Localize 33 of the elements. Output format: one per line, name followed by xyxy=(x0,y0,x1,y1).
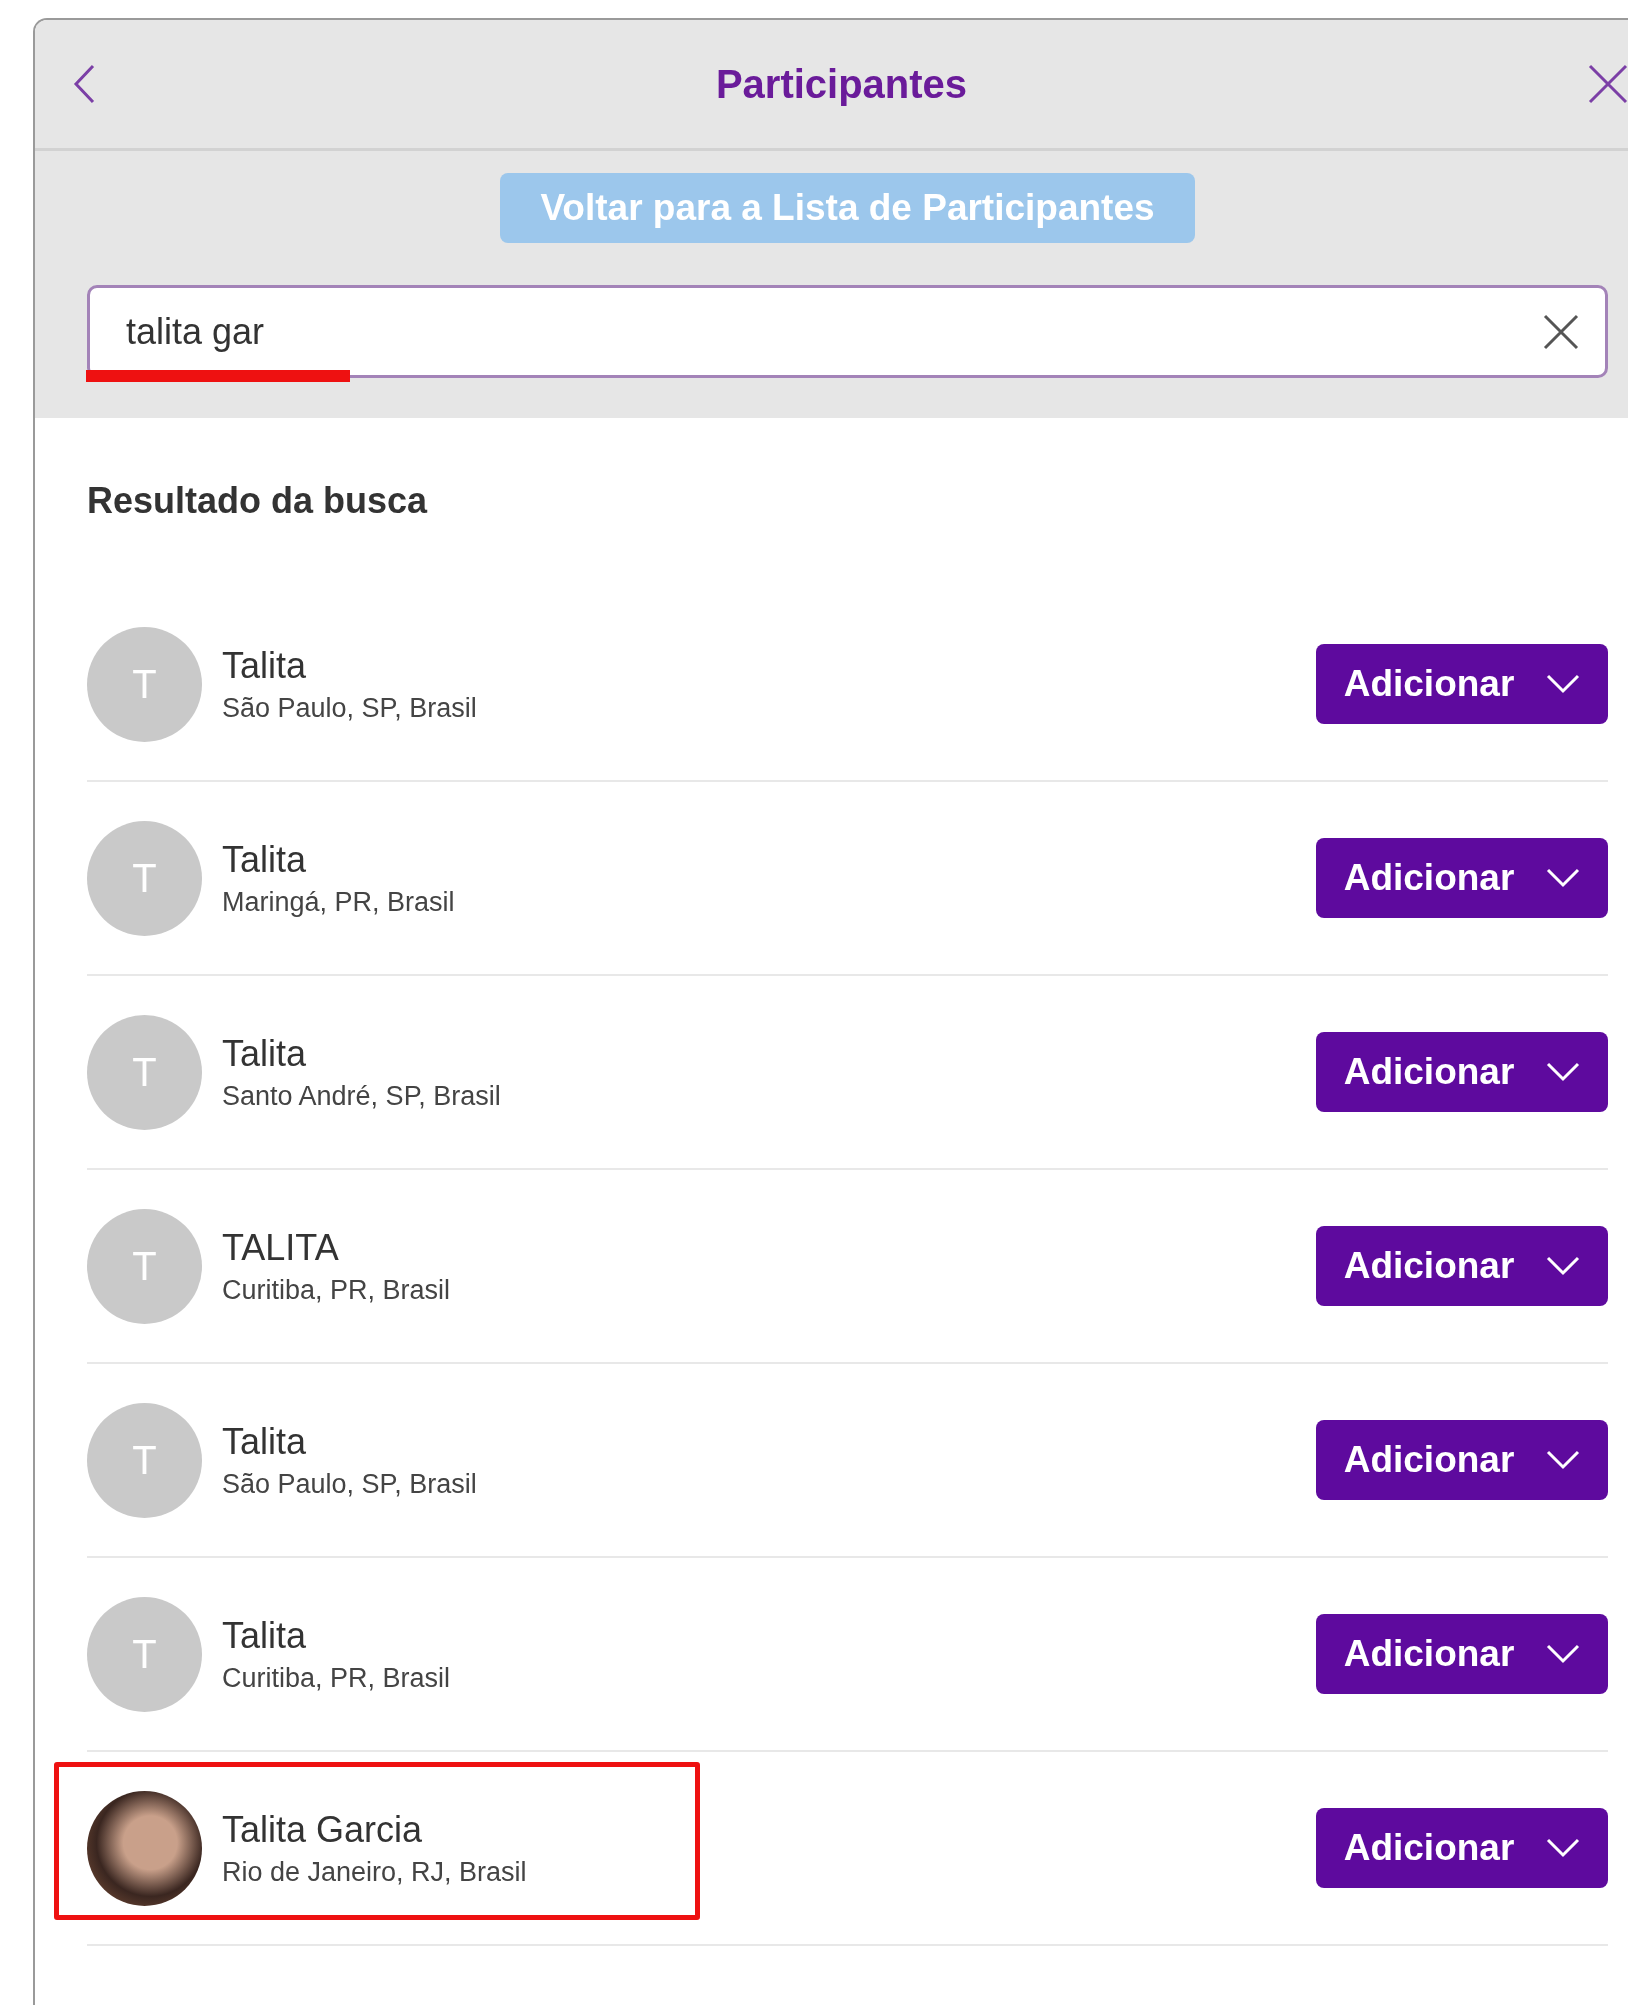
add-button[interactable]: Adicionar xyxy=(1316,1420,1608,1500)
add-button[interactable]: Adicionar xyxy=(1316,644,1608,724)
add-button[interactable]: Adicionar xyxy=(1316,1032,1608,1112)
close-icon[interactable] xyxy=(1588,64,1628,104)
add-button[interactable]: Adicionar xyxy=(1316,1614,1608,1694)
participant-name: TALITA xyxy=(222,1226,340,1269)
participant-name: Talita xyxy=(222,644,308,687)
back-icon[interactable] xyxy=(73,64,95,104)
participant-name: Talita xyxy=(222,1420,308,1463)
section-title: Resultado da busca xyxy=(87,480,429,522)
participant-location: Maringá, PR, Brasil xyxy=(222,886,456,918)
participant-name: Talita xyxy=(222,1032,308,1075)
participant-location: São Paulo, SP, Brasil xyxy=(222,1468,478,1500)
header-title: Participantes xyxy=(715,61,968,107)
add-button[interactable]: Adicionar xyxy=(1316,1226,1608,1306)
add-button[interactable]: Adicionar xyxy=(1316,838,1608,918)
clear-icon[interactable] xyxy=(1543,313,1579,350)
chevron-down-icon xyxy=(1546,1644,1581,1664)
chevron-down-icon xyxy=(1546,868,1581,888)
participant-location: Curitiba, PR, Brasil xyxy=(222,1274,452,1306)
participant-name: Talita xyxy=(222,1614,308,1657)
participant-name: Talita Garcia xyxy=(222,1808,424,1851)
add-button[interactable]: Adicionar xyxy=(1316,1808,1608,1888)
chevron-down-icon xyxy=(1546,1838,1581,1858)
participant-location: Curitiba, PR, Brasil xyxy=(222,1662,452,1694)
chevron-down-icon xyxy=(1546,674,1581,694)
participant-name: Talita xyxy=(222,838,308,881)
participant-location: Santo André, SP, Brasil xyxy=(222,1080,502,1112)
participant-location: Rio de Janeiro, RJ, Brasil xyxy=(222,1856,528,1888)
chevron-down-icon xyxy=(1546,1062,1581,1082)
chevron-down-icon xyxy=(1546,1450,1581,1470)
participant-location: São Paulo, SP, Brasil xyxy=(222,692,478,724)
chevron-down-icon xyxy=(1546,1256,1581,1276)
